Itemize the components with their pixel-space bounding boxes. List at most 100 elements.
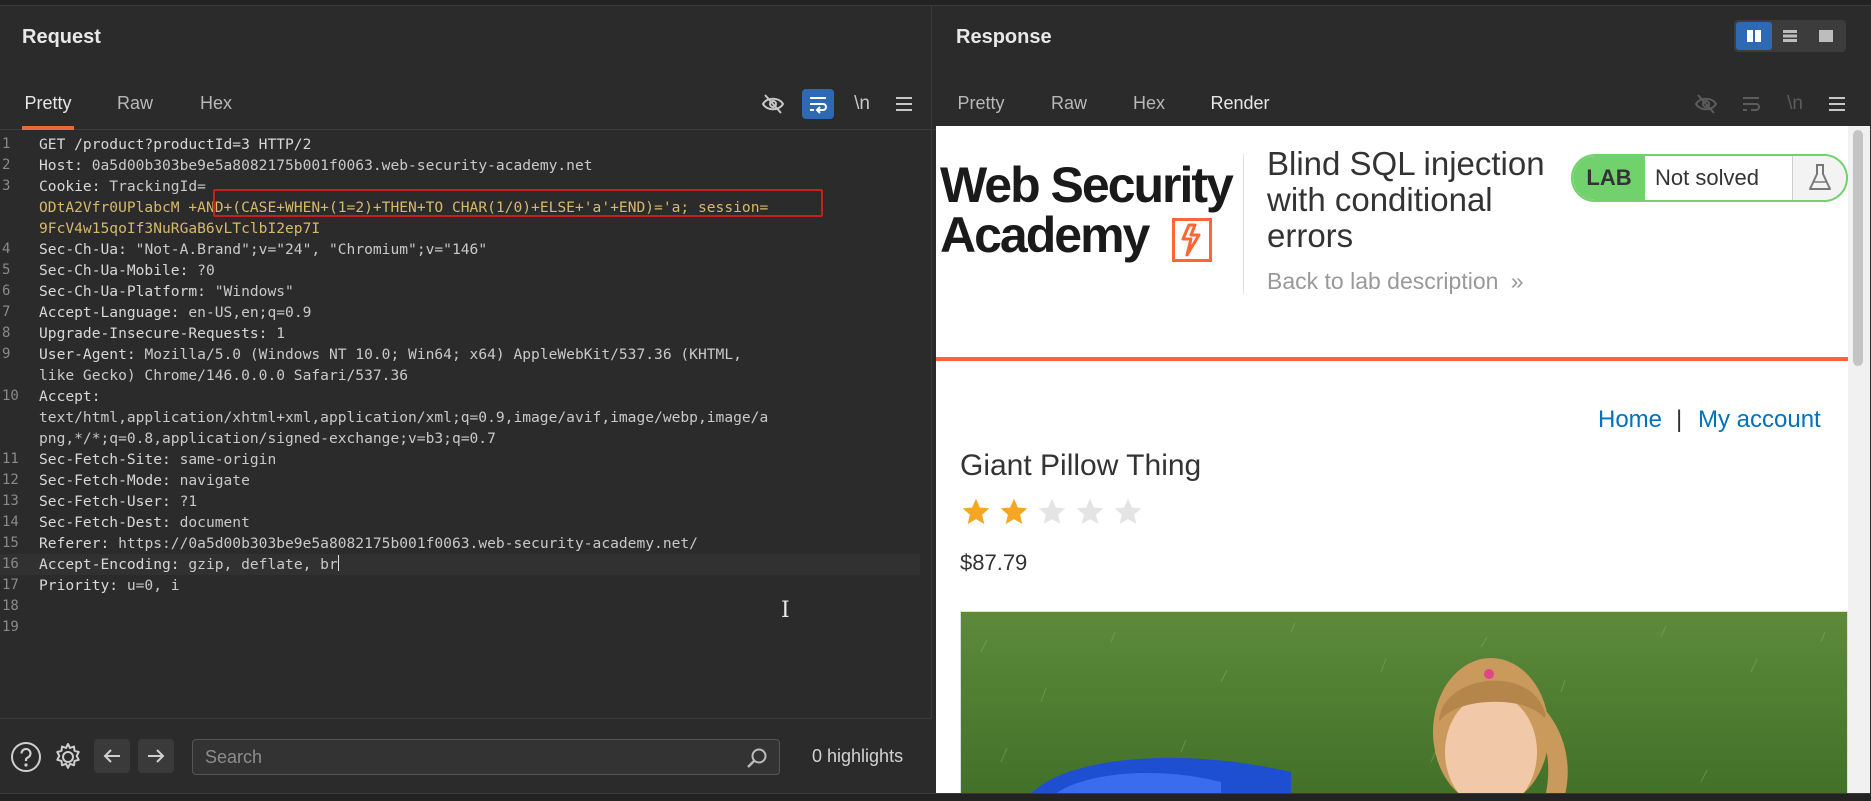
line-number: 1 <box>2 136 11 152</box>
response-tab-pretty[interactable]: Pretty <box>955 80 1007 130</box>
editor-line[interactable]: 9FcV4w15qoIf3NuRGaB6vLTclbI2ep7I <box>0 218 920 239</box>
product-price: $87.79 <box>960 550 1028 575</box>
editor-line[interactable]: 14 Sec-Fetch-Dest: document <box>0 512 920 533</box>
request-tabs: Pretty Raw Hex \n <box>0 80 931 130</box>
star-filled-icon <box>998 496 1032 530</box>
web-security-academy-logo[interactable]: Web Security Academy <box>940 158 1240 266</box>
line-number: 11 <box>2 451 19 467</box>
lab-status-badge: LAB Not solved <box>1571 154 1848 202</box>
editor-line[interactable]: 1 GET /product?productId=3 HTTP/2 <box>0 134 920 155</box>
help-icon[interactable] <box>8 739 44 775</box>
editor-line[interactable]: 15 Referer: https://0a5d00b303be9e5a80821… <box>0 533 920 554</box>
line-code: Accept-Language: en-US,en;q=0.9 <box>39 304 312 321</box>
logo-bolt-icon <box>1172 218 1212 262</box>
response-tab-hex[interactable]: Hex <box>1130 80 1168 130</box>
line-code: Sec-Ch-Ua: "Not-A.Brand";v="24", "Chromi… <box>39 241 488 258</box>
editor-line[interactable]: 4 Sec-Ch-Ua: "Not-A.Brand";v="24", "Chrom… <box>0 239 920 260</box>
nav-separator: | <box>1676 406 1683 433</box>
editor-line[interactable]: 11 Sec-Fetch-Site: same-origin <box>0 449 920 470</box>
search-input[interactable] <box>205 745 725 769</box>
request-bottom-bar: 0 highlights <box>0 718 932 793</box>
line-number: 2 <box>2 157 11 173</box>
bottom-border <box>0 793 1871 801</box>
line-code: Referer: https://0a5d00b303be9e5a8082175… <box>39 535 698 552</box>
newline-toggle-icon[interactable]: \n <box>846 89 878 119</box>
layout-side-by-side-icon[interactable] <box>1736 22 1772 50</box>
editor-line[interactable]: png,*/*;q=0.8,application/signed-exchang… <box>0 428 920 449</box>
layout-single-icon[interactable] <box>1808 22 1844 50</box>
editor-line[interactable]: 16 Accept-Encoding: gzip, deflate, br <box>0 554 920 575</box>
logo-text-line2: Academy <box>940 207 1150 263</box>
line-code: 9FcV4w15qoIf3NuRGaB6vLTclbI2ep7I <box>39 220 321 237</box>
request-pane: Request Pretty Raw Hex \n 1 GET /product?… <box>0 6 932 793</box>
request-tab-raw[interactable]: Raw <box>116 80 154 130</box>
newline-toggle-icon-disabled: \n <box>1787 93 1803 114</box>
product-name: Giant Pillow Thing <box>960 449 1202 482</box>
line-number: 10 <box>2 388 19 404</box>
word-wrap-icon-disabled <box>1735 89 1767 119</box>
line-code: Sec-Fetch-Site: same-origin <box>39 451 277 468</box>
editor-line[interactable]: 12 Sec-Fetch-Mode: navigate <box>0 470 920 491</box>
star-empty-icon <box>1036 496 1070 530</box>
line-code: Accept: <box>39 388 101 405</box>
line-number: 15 <box>2 535 19 551</box>
text-cursor-icon: I <box>781 598 790 623</box>
injection-highlight-box <box>213 189 823 217</box>
editor-line[interactable]: 7 Accept-Language: en-US,en;q=0.9 <box>0 302 920 323</box>
editor-line[interactable]: like Gecko) Chrome/146.0.0.0 Safari/537.… <box>0 365 920 386</box>
back-to-lab-description-link[interactable]: Back to lab description » <box>1267 268 1524 295</box>
render-scrollbar[interactable] <box>1848 126 1870 793</box>
line-code: text/html,application/xhtml+xml,applicat… <box>39 409 769 426</box>
editor-line[interactable]: text/html,application/xhtml+xml,applicat… <box>0 407 920 428</box>
editor-line[interactable]: 6 Sec-Ch-Ua-Platform: "Windows" <box>0 281 920 302</box>
response-title: Response <box>956 26 1052 48</box>
line-number: 17 <box>2 577 19 593</box>
line-code: png,*/*;q=0.8,application/signed-exchang… <box>39 430 496 447</box>
line-code: User-Agent: Mozilla/5.0 (Windows NT 10.0… <box>39 346 742 363</box>
header-orange-rule <box>936 357 1848 361</box>
request-title: Request <box>22 26 101 48</box>
lab-title: Blind SQL injection with conditional err… <box>1267 145 1545 254</box>
line-number: 5 <box>2 262 11 278</box>
line-code: Priority: u=0, i <box>39 577 180 594</box>
editor-line[interactable]: 17 Priority: u=0, i <box>0 575 920 596</box>
response-menu-icon[interactable] <box>1821 89 1853 119</box>
line-number: 12 <box>2 472 19 488</box>
line-code: Upgrade-Insecure-Requests: 1 <box>39 325 286 342</box>
lab-badge-label: LAB <box>1573 156 1645 200</box>
back-arrow-button[interactable] <box>94 739 130 773</box>
forward-arrow-button[interactable] <box>138 739 174 773</box>
editor-line[interactable]: 13 Sec-Fetch-User: ?1 <box>0 491 920 512</box>
request-tab-hex[interactable]: Hex <box>197 80 235 130</box>
editor-line[interactable]: 9 User-Agent: Mozilla/5.0 (Windows NT 10.… <box>0 344 920 365</box>
line-number: 13 <box>2 493 19 509</box>
editor-line[interactable]: 2 Host: 0a5d00b303be9e5a8082175b001f0063.… <box>0 155 920 176</box>
response-tab-render[interactable]: Render <box>1187 80 1293 130</box>
editor-line[interactable]: 10 Accept: <box>0 386 920 407</box>
request-menu-icon[interactable] <box>888 89 920 119</box>
response-tab-raw[interactable]: Raw <box>1050 80 1088 130</box>
search-icon[interactable] <box>745 746 769 770</box>
response-pane: Response Pretty Raw Hex Render \n Web Se… <box>933 6 1871 793</box>
request-tab-pretty[interactable]: Pretty <box>22 80 74 130</box>
nav-my-account-link[interactable]: My account <box>1698 406 1821 434</box>
line-code: Sec-Fetch-Mode: navigate <box>39 472 250 489</box>
line-code: Accept-Encoding: gzip, deflate, br <box>39 555 339 573</box>
hide-nonprintable-icon[interactable] <box>757 89 789 119</box>
rendered-page: Web Security Academy Blind SQL injection… <box>936 126 1848 793</box>
editor-line[interactable]: 8 Upgrade-Insecure-Requests: 1 <box>0 323 920 344</box>
line-code: Sec-Fetch-Dest: document <box>39 514 250 531</box>
request-editor[interactable]: 1 GET /product?productId=3 HTTP/2 2 Host: 0… <box>0 130 932 718</box>
layout-stacked-icon[interactable] <box>1772 22 1808 50</box>
editor-line[interactable]: 5 Sec-Ch-Ua-Mobile: ?0 <box>0 260 920 281</box>
line-number: 16 <box>2 556 19 572</box>
word-wrap-icon[interactable] <box>802 89 834 119</box>
line-code: Cookie: TrackingId= <box>39 178 206 195</box>
settings-gear-icon[interactable] <box>50 739 86 775</box>
nav-home-link[interactable]: Home <box>1598 406 1662 434</box>
header-divider <box>1243 154 1244 294</box>
hide-nonprintable-icon-disabled <box>1690 89 1722 119</box>
logo-text-line1: Web Security <box>940 157 1234 213</box>
line-number: 9 <box>2 346 11 362</box>
render-scrollbar-thumb[interactable] <box>1853 130 1863 366</box>
